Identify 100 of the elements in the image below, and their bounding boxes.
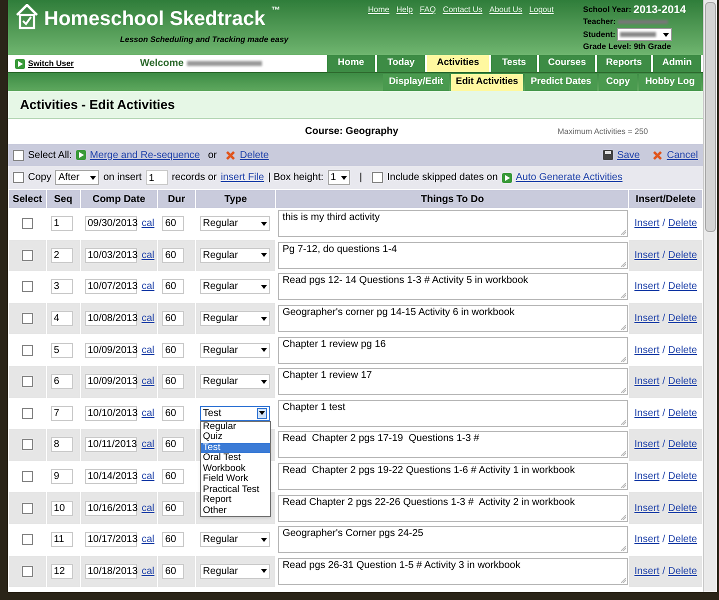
delete-link[interactable]: Delete [668, 469, 698, 484]
todo-field[interactable]: Pg 7-12, do questions 1-4 [278, 242, 628, 269]
seq-field[interactable]: 8 [50, 437, 73, 452]
count-field[interactable]: 1 [146, 170, 168, 185]
delete-link[interactable]: Delete [668, 374, 698, 390]
delete-link[interactable]: Delete [240, 148, 269, 162]
type-select[interactable]: Regular [200, 216, 270, 232]
dropdown-option[interactable]: Oral Test [200, 453, 270, 464]
delete-link[interactable]: Delete [668, 248, 698, 263]
include-skipped-checkbox[interactable] [372, 172, 384, 183]
date-field[interactable]: 10/11/2013 [84, 437, 137, 452]
scroll-thumb[interactable] [705, 2, 716, 232]
cal-link[interactable]: cal [142, 279, 154, 294]
delete-link[interactable]: Delete [668, 406, 698, 421]
type-select[interactable]: Regular [200, 279, 270, 294]
insert-link[interactable]: Insert [634, 532, 660, 548]
student-select[interactable] [617, 28, 672, 41]
date-field[interactable]: 10/18/2013 [84, 564, 137, 579]
dropdown-option[interactable]: Workbook [200, 464, 270, 474]
select-checkbox[interactable] [22, 218, 33, 230]
sub-tab[interactable]: Edit Activities [451, 74, 523, 91]
type-select[interactable]: Regular [200, 564, 270, 579]
top-link[interactable]: FAQ [420, 4, 436, 16]
date-field[interactable]: 10/16/2013 [84, 500, 137, 516]
top-link[interactable]: Help [396, 4, 413, 16]
scrollbar[interactable] [703, 0, 717, 592]
seq-field[interactable]: 2 [50, 248, 73, 263]
todo-field[interactable]: Read Chapter 2 pgs 22-26 Questions 1-3 # Activity 2 in workbook [278, 494, 628, 522]
date-field[interactable]: 10/14/2013 [84, 469, 137, 484]
type-select[interactable]: Regular [200, 374, 270, 390]
cal-link[interactable]: cal [142, 564, 154, 579]
duration-field[interactable]: 60 [162, 216, 184, 232]
insert-link[interactable]: Insert [634, 500, 660, 516]
dropdown-option[interactable]: Test [200, 442, 270, 454]
duration-field[interactable]: 60 [162, 564, 184, 579]
date-field[interactable]: 10/10/2013 [84, 406, 137, 421]
copy-checkbox[interactable] [13, 172, 24, 183]
seq-field[interactable]: 11 [50, 532, 73, 548]
date-field[interactable]: 10/09/2013 [84, 374, 137, 390]
duration-field[interactable]: 60 [162, 532, 184, 548]
type-select[interactable]: Regular [200, 248, 270, 263]
select-checkbox[interactable] [22, 250, 33, 261]
insert-link[interactable]: Insert [634, 311, 660, 326]
dropdown-option[interactable]: Practical Test [200, 484, 270, 496]
duration-field[interactable]: 60 [162, 469, 184, 484]
todo-field[interactable]: Geographer's Corner pgs 24-25 [278, 526, 628, 554]
select-checkbox[interactable] [22, 439, 33, 450]
duration-field[interactable]: 60 [162, 342, 184, 358]
select-checkbox[interactable] [22, 408, 33, 419]
delete-link[interactable]: Delete [668, 564, 698, 579]
insert-link[interactable]: Insert [634, 564, 660, 579]
seq-field[interactable]: 7 [50, 406, 73, 421]
nav-tab[interactable]: Tests [491, 55, 537, 72]
todo-field[interactable]: Chapter 1 review 17 [278, 368, 628, 396]
select-all-checkbox[interactable] [13, 150, 24, 160]
cal-link[interactable]: cal [142, 342, 154, 358]
select-checkbox[interactable] [22, 471, 33, 482]
nav-tab[interactable]: Reports [597, 55, 651, 72]
type-select[interactable]: Regular [200, 532, 270, 548]
todo-field[interactable]: Read pgs 26-31 Question 1-5 # Activity 3 in workbook [278, 558, 628, 585]
nav-tab[interactable]: Admin [653, 55, 701, 72]
date-field[interactable]: 10/03/2013 [84, 248, 137, 263]
delete-link[interactable]: Delete [668, 216, 698, 232]
insert-link[interactable]: Insert [634, 248, 660, 263]
todo-field[interactable]: Read Chapter 2 pgs 17-19 Questions 1-3 # [278, 431, 628, 458]
date-field[interactable]: 09/30/2013 [84, 216, 137, 232]
seq-field[interactable]: 10 [50, 500, 73, 516]
insert-link[interactable]: Insert [634, 342, 660, 358]
todo-field[interactable]: this is my third activity [278, 210, 628, 238]
cancel-link[interactable]: Cancel [666, 148, 698, 162]
todo-field[interactable]: Geographer's corner pg 14-15 Activity 6 in workbook [278, 305, 628, 332]
select-checkbox[interactable] [22, 344, 33, 356]
date-field[interactable]: 10/07/2013 [84, 279, 137, 294]
delete-link[interactable]: Delete [668, 500, 698, 516]
delete-link[interactable]: Delete [668, 532, 698, 548]
insert-link[interactable]: Insert [634, 406, 660, 421]
seq-field[interactable]: 12 [50, 564, 73, 579]
duration-field[interactable]: 60 [162, 311, 184, 326]
nav-tab[interactable]: Today [377, 55, 425, 72]
select-checkbox[interactable] [22, 281, 33, 292]
date-field[interactable]: 10/08/2013 [84, 311, 137, 326]
seq-field[interactable]: 1 [50, 216, 73, 232]
cal-link[interactable]: cal [142, 406, 154, 421]
todo-field[interactable]: Read Chapter 2 pgs 19-22 Questions 1-6 # Activity 1 in workbook [278, 463, 628, 490]
seq-field[interactable]: 4 [50, 311, 73, 326]
todo-field[interactable]: Chapter 1 review pg 16 [278, 336, 628, 364]
select-checkbox[interactable] [22, 313, 33, 324]
box-height-select[interactable]: 1 [328, 170, 350, 185]
type-select[interactable]: Regular [200, 311, 270, 326]
todo-field[interactable]: Read pgs 12- 14 Questions 1-3 # Activity 5 in workbook [278, 273, 628, 300]
delete-link[interactable]: Delete [668, 279, 698, 294]
seq-field[interactable]: 3 [50, 279, 73, 294]
save-link[interactable]: Save [617, 148, 640, 162]
cal-link[interactable]: cal [142, 311, 154, 326]
duration-field[interactable]: 60 [162, 437, 184, 452]
delete-link[interactable]: Delete [668, 437, 698, 452]
delete-link[interactable]: Delete [668, 342, 698, 358]
cal-link[interactable]: cal [142, 532, 154, 548]
dropdown-option[interactable]: Field Work [200, 474, 270, 485]
todo-field[interactable]: Chapter 1 test [278, 400, 628, 427]
